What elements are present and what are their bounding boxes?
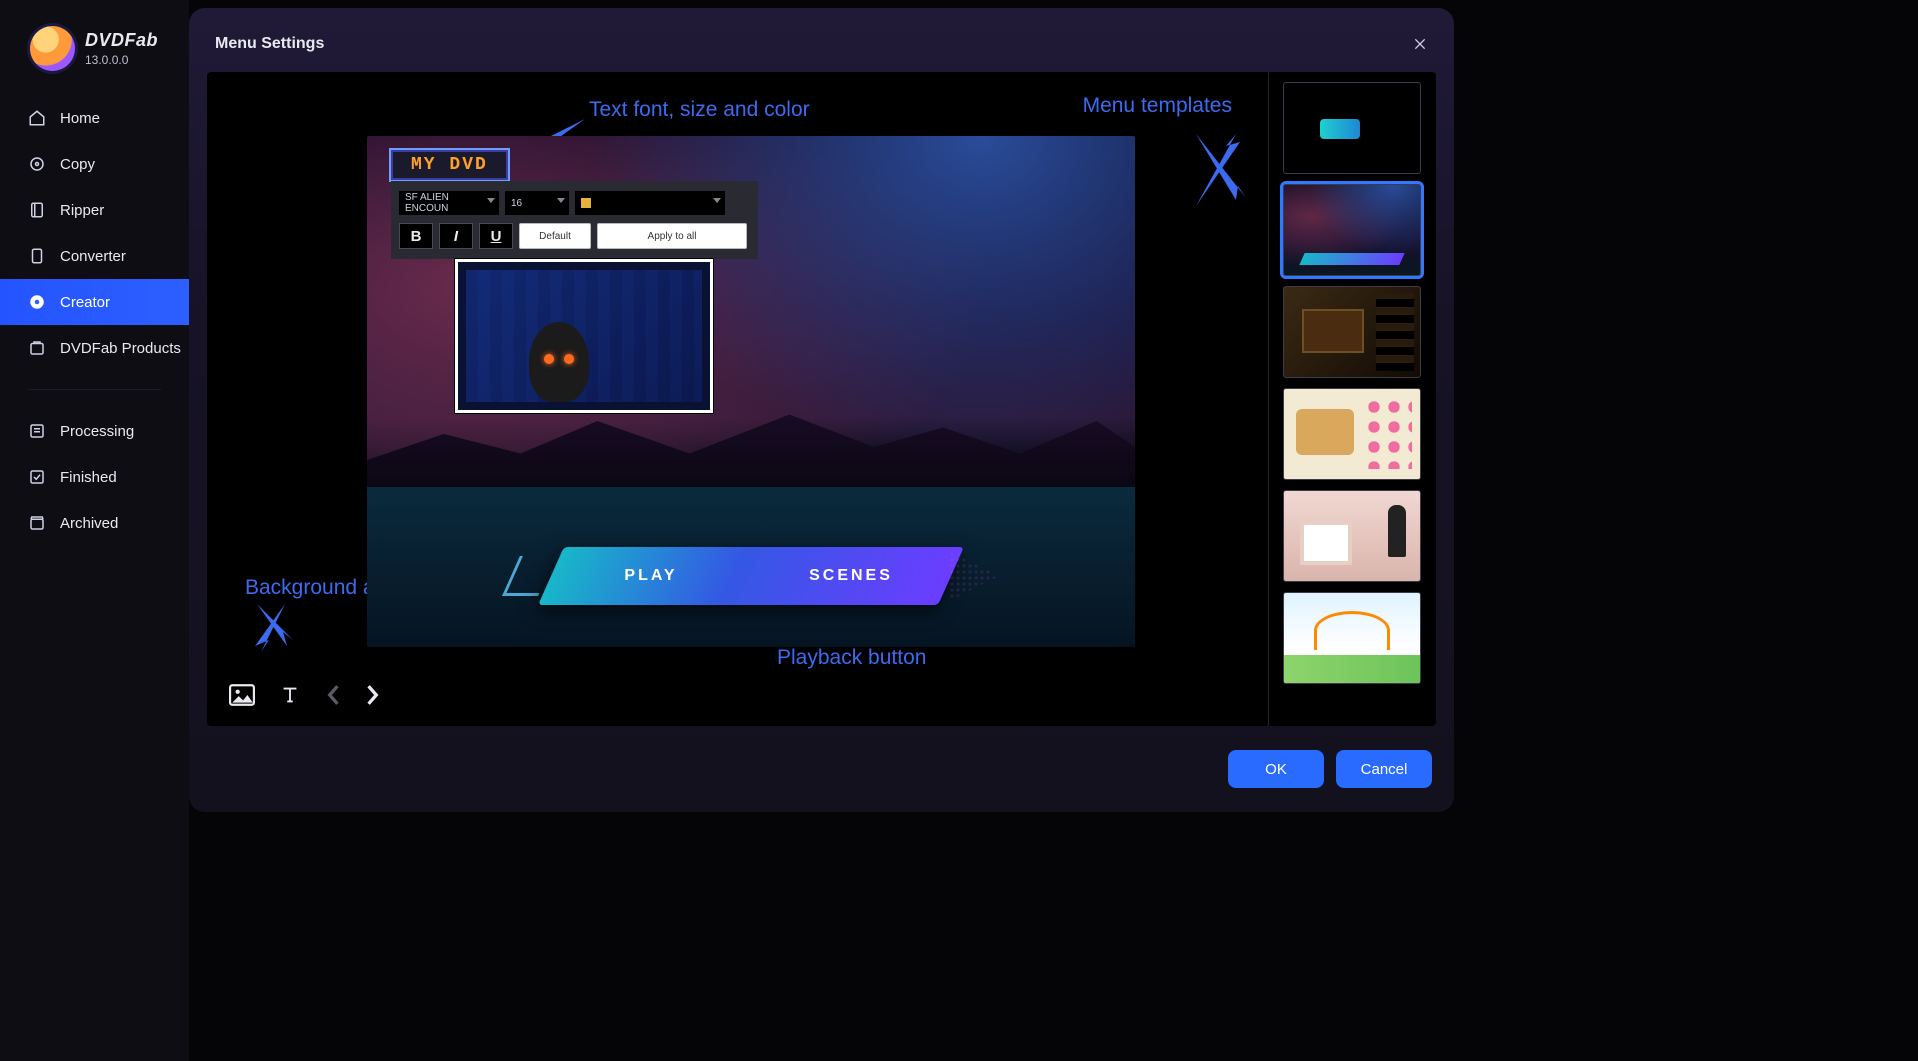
preview-stage: Text font, size and color Menu templates… bbox=[207, 72, 1268, 726]
menu-preview[interactable]: MY DVD SF ALIEN ENCOUN 16 B I U bbox=[367, 136, 1135, 647]
sidebar-item-finished[interactable]: Finished bbox=[0, 454, 189, 500]
video-thumbnail[interactable] bbox=[455, 259, 713, 413]
apply-to-all-button[interactable]: Apply to all bbox=[597, 223, 747, 249]
background-image-button[interactable] bbox=[229, 684, 255, 706]
sidebar-item-label: Finished bbox=[60, 469, 117, 486]
menu-title-text[interactable]: MY DVD bbox=[391, 150, 508, 180]
annotation-templates: Menu templates bbox=[1083, 94, 1232, 118]
italic-button[interactable]: I bbox=[439, 223, 473, 249]
archived-icon bbox=[28, 514, 46, 532]
text-tool-button[interactable] bbox=[279, 684, 301, 706]
template-item-6[interactable] bbox=[1283, 592, 1421, 684]
bold-button[interactable]: B bbox=[399, 223, 433, 249]
menu-settings-dialog: Menu Settings Text font, size and color … bbox=[189, 8, 1454, 812]
processing-icon bbox=[28, 422, 46, 440]
finished-icon bbox=[28, 468, 46, 486]
play-button[interactable]: PLAY bbox=[551, 567, 751, 585]
sidebar-item-home[interactable]: Home bbox=[0, 95, 189, 141]
template-item-3[interactable] bbox=[1283, 286, 1421, 378]
sidebar-item-products[interactable]: DVDFab Products bbox=[0, 325, 189, 371]
color-swatch-icon bbox=[581, 198, 591, 208]
scenes-button[interactable]: SCENES bbox=[751, 567, 951, 585]
sidebar-item-label: Processing bbox=[60, 423, 134, 440]
sidebar-item-label: DVDFab Products bbox=[60, 340, 181, 357]
sidebar-item-label: Ripper bbox=[60, 202, 104, 219]
playback-bar: PLAY SCENES bbox=[551, 547, 951, 605]
sidebar-item-processing[interactable]: Processing bbox=[0, 408, 189, 454]
sidebar-item-copy[interactable]: Copy bbox=[0, 141, 189, 187]
font-select[interactable]: SF ALIEN ENCOUN bbox=[399, 191, 499, 215]
sidebar-separator bbox=[28, 389, 161, 390]
home-icon bbox=[28, 109, 46, 127]
copy-icon bbox=[28, 155, 46, 173]
template-item-5[interactable] bbox=[1283, 490, 1421, 582]
sidebar-item-label: Home bbox=[60, 110, 100, 127]
products-icon bbox=[28, 339, 46, 357]
annotation-playback: Playback button bbox=[777, 646, 926, 670]
cancel-button[interactable]: Cancel bbox=[1336, 750, 1432, 788]
sidebar: DVDFab 13.0.0.0 Home Copy Ripper Convert… bbox=[0, 0, 189, 1061]
sidebar-item-label: Copy bbox=[60, 156, 95, 173]
arrow-icon bbox=[1188, 130, 1248, 210]
default-button[interactable]: Default bbox=[519, 223, 591, 249]
converter-icon bbox=[28, 247, 46, 265]
close-button[interactable] bbox=[1408, 32, 1432, 56]
sidebar-item-label: Creator bbox=[60, 294, 110, 311]
font-size-select[interactable]: 16 bbox=[505, 191, 569, 215]
ok-button[interactable]: OK bbox=[1228, 750, 1324, 788]
prev-page-button[interactable] bbox=[325, 684, 341, 706]
sidebar-item-creator[interactable]: Creator bbox=[0, 279, 189, 325]
brand-version: 13.0.0.0 bbox=[85, 53, 158, 67]
font-color-select[interactable] bbox=[575, 191, 725, 215]
sidebar-item-archived[interactable]: Archived bbox=[0, 500, 189, 546]
creator-icon bbox=[28, 293, 46, 311]
next-page-button[interactable] bbox=[365, 684, 381, 706]
brand-logo-icon bbox=[30, 26, 75, 71]
ripper-icon bbox=[28, 201, 46, 219]
sidebar-item-label: Archived bbox=[60, 515, 118, 532]
arrow-icon bbox=[249, 602, 293, 652]
underline-button[interactable]: U bbox=[479, 223, 513, 249]
sidebar-item-ripper[interactable]: Ripper bbox=[0, 187, 189, 233]
dialog-title: Menu Settings bbox=[215, 35, 324, 53]
template-item-1[interactable] bbox=[1283, 82, 1421, 174]
template-item-4[interactable] bbox=[1283, 388, 1421, 480]
template-list bbox=[1268, 72, 1436, 726]
sidebar-item-label: Converter bbox=[60, 248, 126, 265]
brand-name: DVDFab bbox=[85, 30, 158, 51]
text-toolbar: SF ALIEN ENCOUN 16 B I U Default Apply t… bbox=[391, 181, 758, 259]
template-item-2[interactable] bbox=[1283, 184, 1421, 276]
sidebar-item-converter[interactable]: Converter bbox=[0, 233, 189, 279]
brand-block: DVDFab 13.0.0.0 bbox=[0, 26, 189, 95]
annotation-text-tools: Text font, size and color bbox=[589, 98, 810, 122]
